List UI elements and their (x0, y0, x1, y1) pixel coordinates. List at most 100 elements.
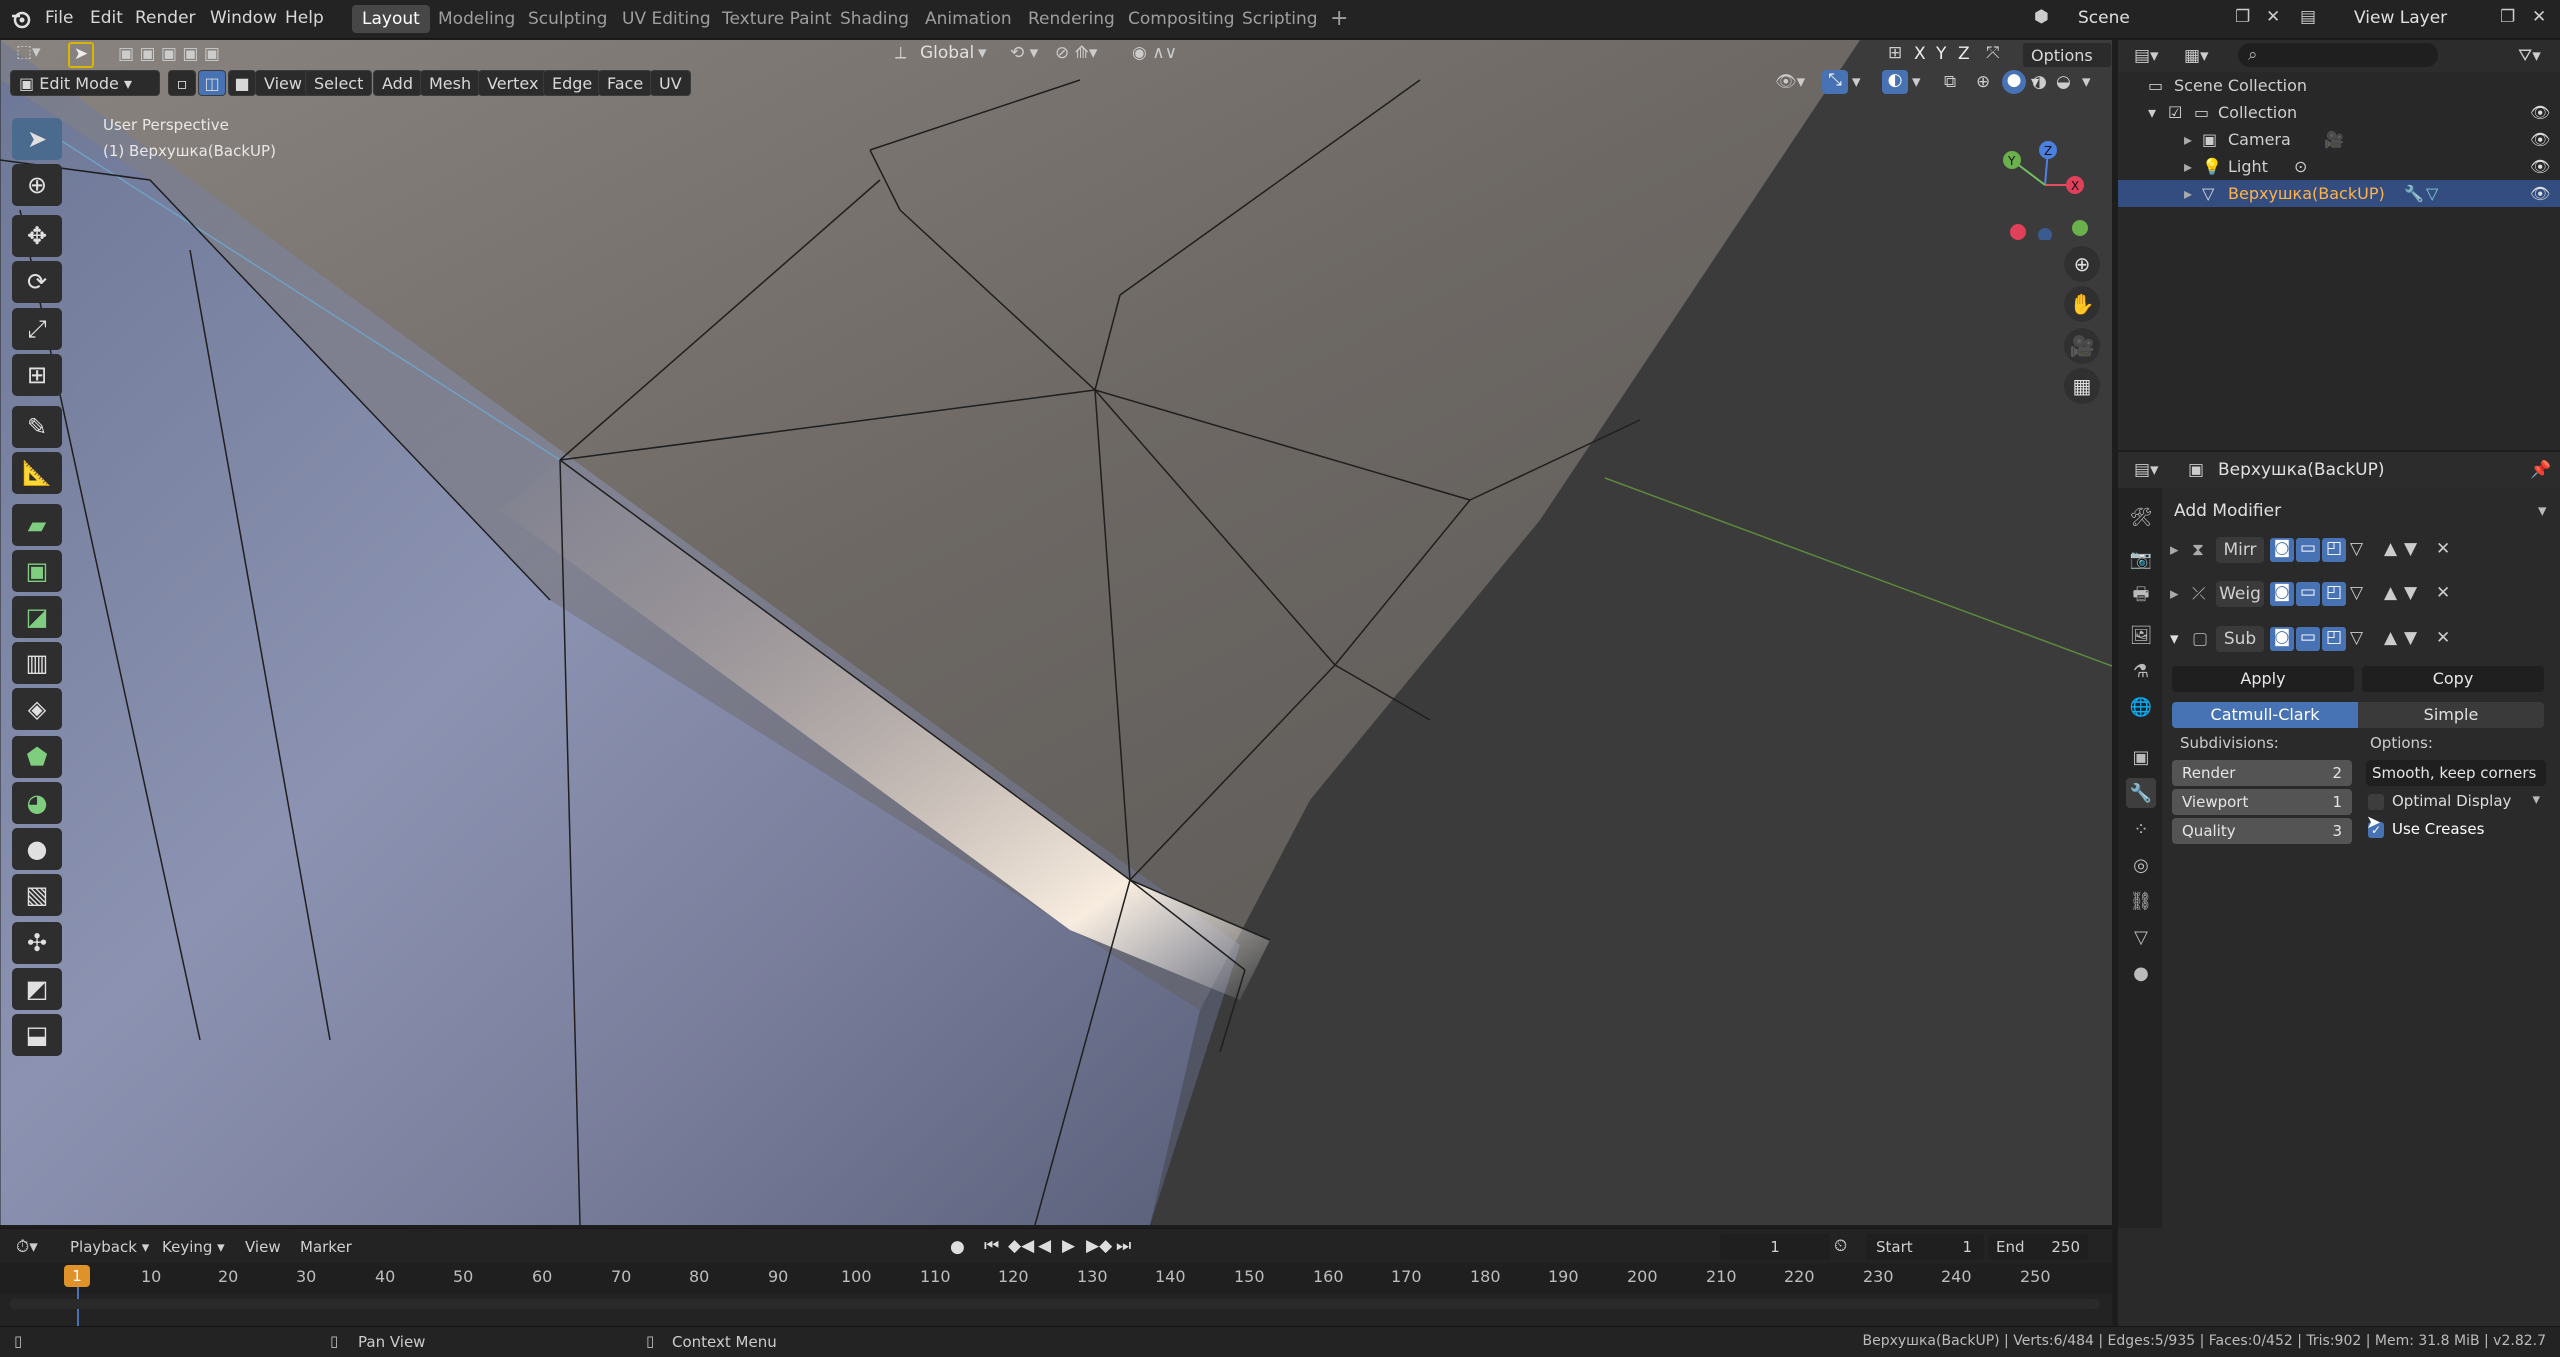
tab-scripting[interactable]: Scripting (1232, 5, 1328, 33)
select-mode-icons[interactable]: ▣ ▣ ▣ ▣ ▣ (118, 44, 220, 64)
annotate-tool-icon[interactable]: ✎ (12, 406, 62, 448)
outliner-row-collection[interactable]: ▾ ☑ ▭ Collection 👁 (2118, 99, 2560, 126)
move-tool-icon[interactable]: ✥ (12, 215, 62, 257)
orientation-selector[interactable]: Global (920, 43, 974, 63)
select-box-tool-icon[interactable]: ➤ (68, 42, 94, 68)
uv-sync-icon[interactable]: ⤧ (1986, 43, 2000, 63)
simple-button[interactable]: Simple (2358, 702, 2544, 728)
modifier-name-field[interactable]: Sub (2216, 626, 2264, 652)
select-tool-icon[interactable]: ➤ (12, 118, 62, 160)
inset-tool-icon[interactable]: ▣ (12, 550, 62, 592)
menu-add[interactable]: Add (373, 70, 422, 96)
use-creases-checkbox[interactable]: ✓ Use Creases (2368, 820, 2548, 842)
material-tab-icon[interactable]: ● (2126, 958, 2156, 988)
data-tab-icon[interactable]: ▽ (2126, 922, 2156, 952)
modifier-weighted-normal[interactable]: ▸ ⤫ Weig ◙ ▭ ◰ ▽ ▲ ▼ ✕ (2168, 578, 2560, 612)
wireframe-shading-icon[interactable]: ⊕ (1976, 72, 1990, 92)
timeline-scrollbar[interactable] (10, 1299, 2100, 1309)
eye-icon[interactable]: 👁 (2530, 153, 2550, 180)
tab-uv-editing[interactable]: UV Editing (612, 5, 721, 33)
editor-type-icon[interactable]: ▤▾ (2134, 46, 2159, 66)
loop-cut-tool-icon[interactable]: ▥ (12, 642, 62, 684)
editmode-toggle-icon[interactable]: ◙ (2270, 627, 2294, 651)
tab-modeling[interactable]: Modeling (428, 5, 525, 33)
menu-marker[interactable]: Marker (300, 1238, 352, 1256)
close-icon[interactable]: ✕ (2436, 628, 2450, 648)
chevron-down-icon[interactable]: ▾ (1912, 72, 1921, 92)
editor-type-icon[interactable]: ⏱▾ (16, 1237, 38, 1257)
expand-arrow-icon[interactable]: ▸ (2170, 540, 2179, 560)
vertex-select-icon[interactable]: ▫ (168, 70, 196, 96)
viewport-toggle-icon[interactable]: ▭ (2296, 538, 2320, 562)
object-tab-icon[interactable]: ▣ (2126, 742, 2156, 772)
expand-arrow-icon[interactable]: ▸ (2184, 126, 2192, 153)
poly-build-tool-icon[interactable]: ⬟ (12, 736, 62, 778)
mode-selector[interactable]: ▣ Edit Mode ▾ (10, 70, 160, 96)
move-up-icon[interactable]: ▲ (2384, 628, 2397, 648)
start-frame-field[interactable]: Start 1 (1866, 1234, 1984, 1260)
cage-icon[interactable]: ▽ (2350, 539, 2363, 559)
outliner-search-input[interactable]: ⌕ (2238, 43, 2438, 67)
expand-arrow-icon[interactable]: ▸ (2170, 584, 2179, 604)
menu-edit[interactable]: Edit (90, 8, 123, 28)
visibility-icon[interactable]: 👁▾ (1775, 72, 1805, 92)
bevel-tool-icon[interactable]: ◪ (12, 596, 62, 638)
outliner-row-selected-object[interactable]: ▸ ▽ Верхушка(BackUP) 🔧 ▽ 👁 (2118, 180, 2560, 207)
editor-type-icon[interactable]: ⬚▾ (16, 42, 41, 62)
3d-viewport[interactable]: ▣ Edit Mode ▾ ▫ ◫ ■ View Select Add Mesh… (0, 40, 2112, 1225)
render-toggle-icon[interactable]: ◰ (2322, 538, 2346, 562)
spin-tool-icon[interactable]: ◕ (12, 782, 62, 824)
edge-select-icon[interactable]: ◫ (198, 70, 226, 96)
play-icon[interactable]: ▶ (1062, 1236, 1075, 1256)
tab-texture-paint[interactable]: Texture Paint (712, 5, 842, 33)
scene-name[interactable]: Scene (2078, 8, 2130, 28)
delete-scene-icon[interactable]: ✕ (2266, 7, 2280, 27)
mirror-z[interactable]: Z (1958, 44, 1970, 64)
overlays-toggle-icon[interactable]: ◐ (1882, 70, 1908, 94)
move-down-icon[interactable]: ▼ (2404, 583, 2417, 603)
apply-button[interactable]: Apply (2172, 666, 2354, 692)
menu-select[interactable]: Select (305, 70, 373, 96)
cursor-tool-icon[interactable]: ⊕ (12, 164, 62, 206)
eye-icon[interactable]: 👁 (2530, 126, 2550, 153)
end-frame-field[interactable]: End 250 (1988, 1234, 2088, 1260)
mirror-y[interactable]: Y (1936, 44, 1946, 64)
options-dropdown[interactable]: Options ▾ (2022, 42, 2112, 91)
face-select-icon[interactable]: ■ (228, 70, 256, 96)
navigation-gizmo[interactable]: X Y Z (1990, 130, 2100, 242)
expand-arrow-icon[interactable]: ▸ (2184, 180, 2192, 207)
editmode-toggle-icon[interactable]: ◙ (2270, 538, 2294, 562)
measure-tool-icon[interactable]: 📐 (12, 452, 62, 494)
render-tab-icon[interactable]: 📷 (2126, 544, 2156, 574)
cage-icon[interactable]: ▽ (2350, 628, 2363, 648)
move-down-icon[interactable]: ▼ (2404, 539, 2417, 559)
xray-icon[interactable]: ⧉ (1944, 72, 1956, 92)
tab-shading[interactable]: Shading (830, 5, 919, 33)
chevron-down-icon[interactable]: ▾ (2082, 72, 2091, 92)
new-scene-icon[interactable]: ❐ (2235, 7, 2250, 27)
playhead[interactable]: 1 (64, 1265, 90, 1287)
edge-slide-tool-icon[interactable]: ▧ (12, 874, 62, 916)
delete-view-layer-icon[interactable]: ✕ (2532, 7, 2546, 27)
snap-icon[interactable]: ⊘ ⟰▾ (1055, 43, 1097, 63)
modifier-name-field[interactable]: Mirr (2216, 537, 2264, 563)
material-shading-icon[interactable]: ◑ (2032, 72, 2047, 92)
collapse-arrow-icon[interactable]: ▾ (2148, 99, 2156, 126)
jump-end-icon[interactable]: ⏭ (1116, 1236, 1131, 1256)
quality-field[interactable]: Quality 3 (2172, 818, 2352, 844)
tab-compositing[interactable]: Compositing (1118, 5, 1245, 33)
mirror-x[interactable]: X (1914, 44, 1926, 64)
knife-tool-icon[interactable]: ◈ (12, 688, 62, 730)
tab-animation[interactable]: Animation (915, 5, 1022, 33)
camera-view-icon[interactable]: 🎥 (2064, 328, 2100, 364)
view-layer-tab-icon[interactable]: 🖼 (2126, 620, 2156, 650)
world-tab-icon[interactable]: 🌐 (2126, 692, 2156, 722)
catmull-clark-button[interactable]: Catmull-Clark (2172, 702, 2358, 728)
outliner-row-scene-collection[interactable]: ▭ Scene Collection (2118, 72, 2560, 99)
next-keyframe-icon[interactable]: ▶◆ (1086, 1236, 1112, 1256)
optimal-display-checkbox[interactable]: Optimal Display (2368, 792, 2548, 814)
checkbox-icon[interactable]: ☑ (2168, 99, 2182, 126)
eye-icon[interactable]: 👁 (2530, 99, 2550, 126)
constraints-tab-icon[interactable]: ⛓ (2126, 886, 2156, 916)
render-toggle-icon[interactable]: ◰ (2322, 627, 2346, 651)
